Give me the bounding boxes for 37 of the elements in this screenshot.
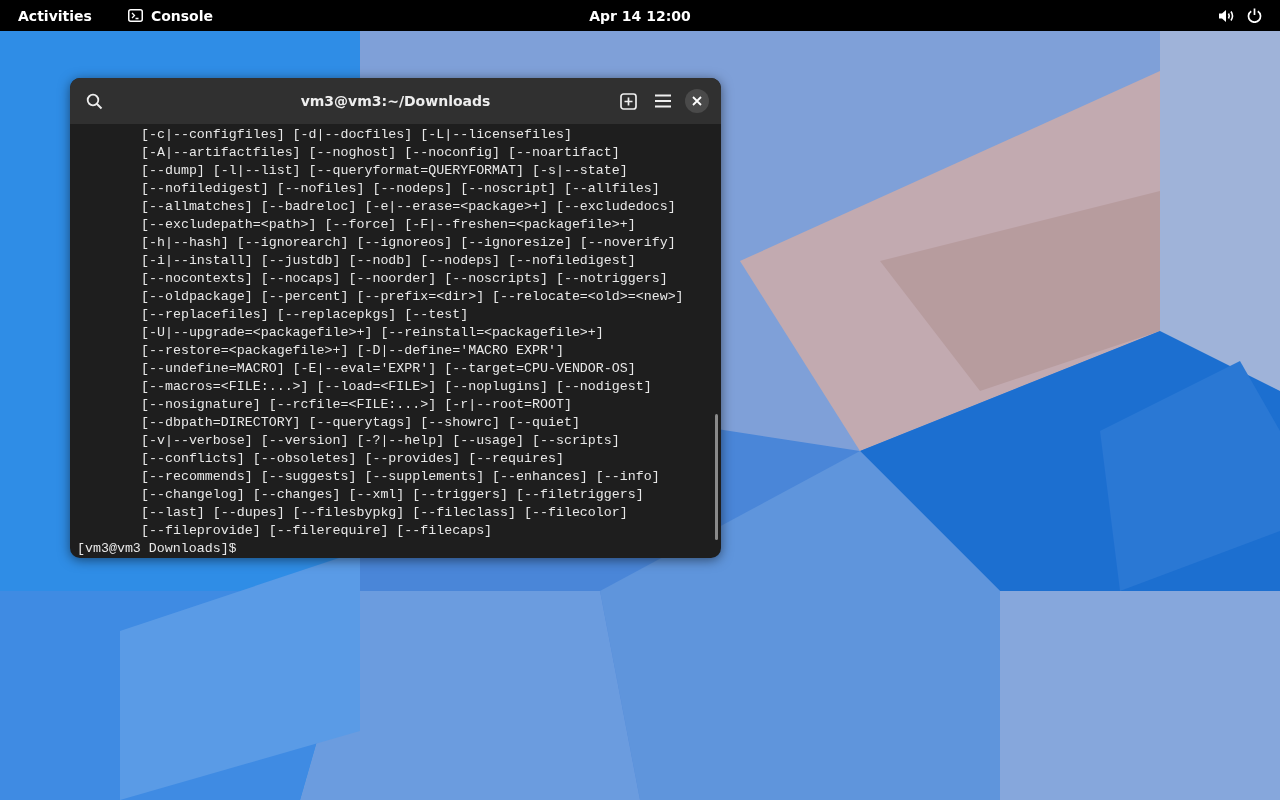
terminal-output-line: [--undefine=MACRO] [-E|--eval='EXPR'] [--target=CPU-VENDOR-OS] [140,360,636,378]
terminal-output-line: [--excludepath=<path>] [--force] [-F|--freshen=<packagefile>+] [140,216,636,234]
close-button[interactable] [685,89,709,113]
terminal-output-line: [--macros=<FILE:...>] [--load=<FILE>] [--noplugins] [--nodigest] [140,378,652,396]
terminal-output-line: [--conflicts] [--obsoletes] [--provides] [--requires] [140,450,564,468]
close-icon [692,96,702,106]
terminal-output-line: [--nocontexts] [--nocaps] [--noorder] [--noscripts] [--notriggers] [140,270,668,288]
scrollbar[interactable] [715,414,718,540]
terminal-output-line: [--fileprovide] [--filerequire] [--filecaps] [140,522,493,540]
terminal-icon [127,9,143,22]
volume-icon[interactable] [1218,8,1235,23]
app-menu-button[interactable]: Console [150,7,213,24]
terminal-output-line: [--dbpath=DIRECTORY] [--querytags] [--showrc] [--quiet] [140,414,580,432]
terminal-output-line: [--recommends] [--suggests] [--supplements] [--enhances] [--info] [140,468,660,486]
terminal-output-line: [--changelog] [--changes] [--xml] [--triggers] [--filetriggers] [140,486,644,504]
terminal-output-line: [-A|--artifactfiles] [--noghost] [--noconfig] [--noartifact] [140,144,620,162]
terminal-output-line: [--restore=<packagefile>+] [-D|--define='MACRO EXPR'] [140,342,564,360]
activities-button[interactable]: Activities [18,7,92,24]
terminal-output-line: [-h|--hash] [--ignorearch] [--ignoreos] [--ignoresize] [--noverify] [140,234,676,252]
terminal-output-line: [--last] [--dupes] [--filesbypkg] [--fileclass] [--filecolor] [140,504,628,522]
terminal-output-line: [-c|--configfiles] [-d|--docfiles] [-L|--licensefiles] [140,126,572,144]
terminal-output-line: [--dump] [-l|--list] [--queryformat=QUERYFORMAT] [-s|--state] [140,162,628,180]
terminal-output-line: [--replacefiles] [--replacepkgs] [--test] [140,306,469,324]
terminal-output-line: [-U|--upgrade=<packagefile>+] [--reinstall=<packagefile>+] [140,324,604,342]
menu-icon [655,94,671,108]
power-icon[interactable] [1247,8,1262,23]
terminal-output-line: [-i|--install] [--justdb] [--nodb] [--nodeps] [--nofiledigest] [140,252,636,270]
terminal-output-line: [-v|--verbose] [--version] [-?|--help] [--usage] [--scripts] [140,432,620,450]
search-icon [86,92,103,110]
terminal-output-line: [--nofiledigest] [--nofiles] [--nodeps] [--noscript] [--allfiles] [140,180,660,198]
clock[interactable]: Apr 14 12:00 [589,7,691,24]
plus-icon [620,92,637,110]
shell-prompt: [vm3@vm3 Downloads]$ [77,540,237,558]
terminal-output-line: [--oldpackage] [--percent] [--prefix=<dir>] [--relocate=<old>=<new>] [140,288,684,306]
window-title: vm3@vm3:~/Downloads [300,93,491,109]
terminal-output-line: [--allmatches] [--badreloc] [-e|--erase=<package>+] [--excludedocs] [140,198,676,216]
terminal-output-line: [--nosignature] [--rcfile=<FILE:...>] [-r|--root=ROOT] [140,396,572,414]
